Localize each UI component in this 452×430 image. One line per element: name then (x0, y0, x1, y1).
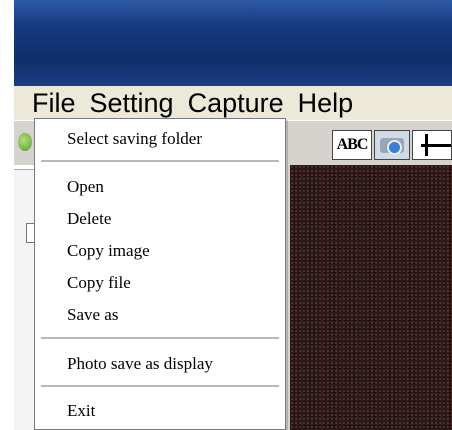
camera-lens (387, 140, 402, 155)
text-button[interactable]: ABC (332, 130, 372, 160)
title-bar[interactable] (14, 0, 452, 86)
menu-item-select-saving-folder[interactable]: Select saving folder (67, 129, 202, 149)
text-icon: ABC (336, 136, 369, 153)
file-menu-dropdown: Select saving folder Open Delete Copy im… (34, 118, 286, 430)
menu-separator (41, 385, 279, 387)
menu-bar: File Setting Capture Help (14, 86, 452, 120)
menu-help[interactable]: Help (298, 88, 354, 119)
menu-capture[interactable]: Capture (188, 88, 284, 119)
camera-button[interactable] (374, 130, 410, 160)
menu-separator (41, 337, 279, 339)
crosshair-icon-vertical (425, 134, 428, 156)
menu-setting[interactable]: Setting (90, 88, 174, 119)
menu-item-save-as[interactable]: Save as (67, 305, 118, 325)
menu-item-open[interactable]: Open (67, 177, 104, 197)
app-icon[interactable] (18, 133, 32, 151)
menu-item-copy-file[interactable]: Copy file (67, 273, 131, 293)
menu-item-delete[interactable]: Delete (67, 209, 111, 229)
menu-item-exit[interactable]: Exit (67, 401, 95, 421)
crosshair-button[interactable] (412, 130, 452, 160)
menu-file[interactable]: File (32, 88, 76, 119)
menu-item-photo-save-as-display[interactable]: Photo save as display (67, 354, 213, 374)
image-preview[interactable] (290, 165, 452, 430)
panel-divider (14, 165, 36, 170)
menu-separator (41, 160, 279, 162)
menu-item-copy-image[interactable]: Copy image (67, 241, 150, 261)
